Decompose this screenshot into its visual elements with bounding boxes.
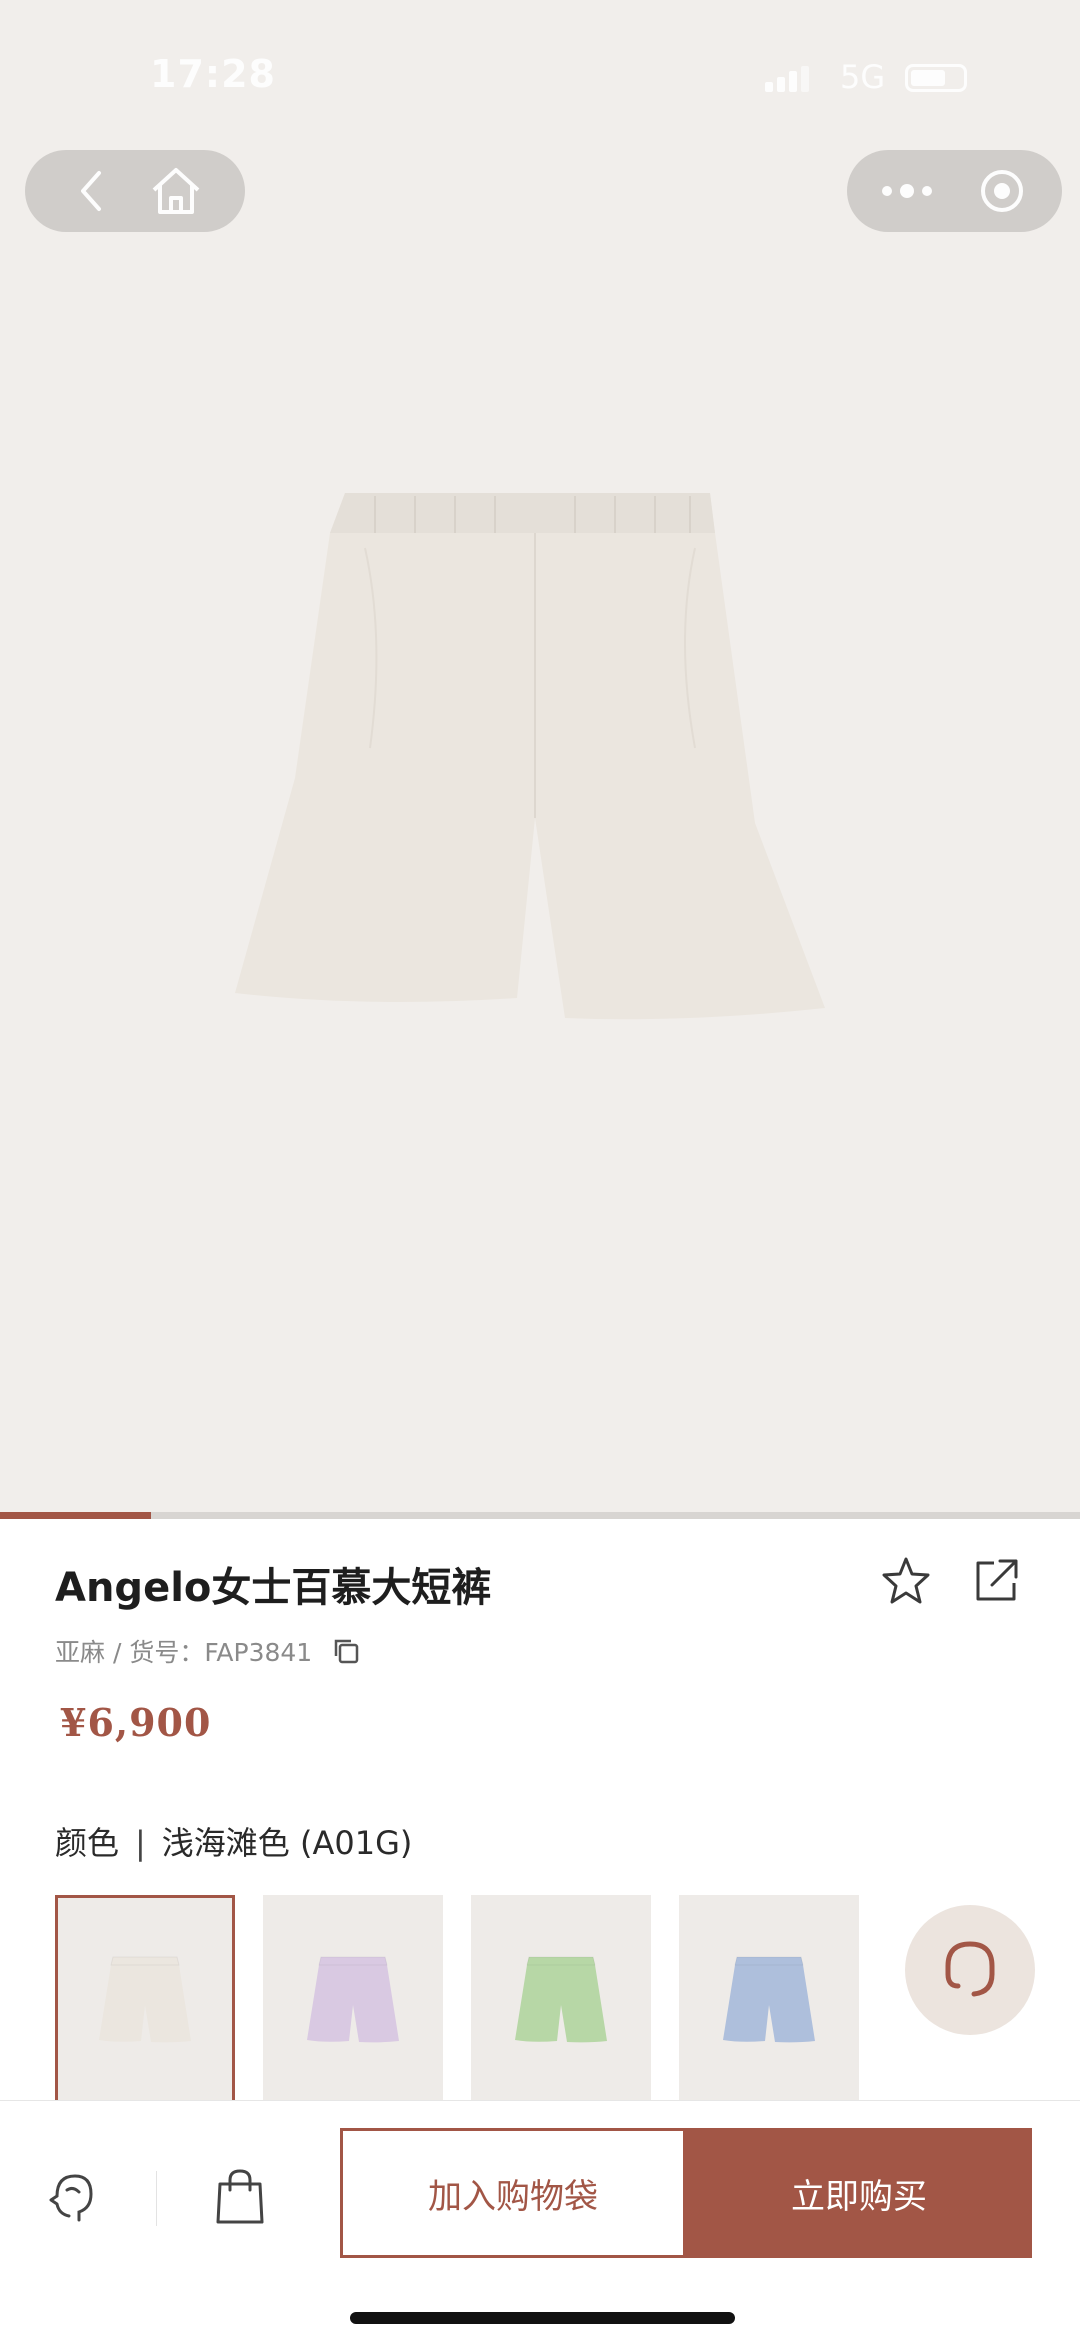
color-swatch-lilac[interactable] <box>263 1895 443 2105</box>
color-swatch-blue[interactable] <box>679 1895 859 2105</box>
color-swatch-beige[interactable] <box>55 1895 235 2105</box>
color-value: 浅海滩色 (A01G) <box>161 1824 413 1862</box>
share-icon <box>976 1559 1018 1601</box>
home-icon <box>152 168 200 214</box>
status-time: 17:28 <box>150 52 276 96</box>
swatch-shorts-image <box>99 1956 191 2043</box>
battery-icon <box>905 64 967 92</box>
network-type: 5G <box>840 58 886 96</box>
buy-now-button[interactable]: 立即购买 <box>686 2128 1032 2258</box>
target-circle-icon <box>981 170 1023 212</box>
material-sku-text: 亚麻 / 货号：FAP3841 <box>55 1638 313 1667</box>
signal-icon <box>765 66 809 92</box>
bottom-divider <box>156 2171 157 2226</box>
product-title: Angelo女士百慕大短裤 <box>55 1565 492 1611</box>
product-image <box>235 493 825 1020</box>
nav-capsule-right <box>847 150 1062 232</box>
consult-button[interactable] <box>38 2161 108 2231</box>
back-button[interactable] <box>65 166 115 216</box>
customer-service-button[interactable] <box>905 1905 1035 2035</box>
color-label: 颜色 <box>55 1824 120 1862</box>
close-miniprogram-button[interactable] <box>977 166 1027 216</box>
product-image-area[interactable]: 17:28 5G <box>0 0 1080 1512</box>
star-icon <box>882 1557 930 1604</box>
back-arrow-icon <box>81 171 101 211</box>
copy-icon[interactable] <box>332 1637 360 1665</box>
customer-service-icon <box>945 1941 995 1997</box>
home-button[interactable] <box>145 160 207 222</box>
share-button[interactable] <box>970 1555 1022 1611</box>
color-swatches <box>55 1895 859 2105</box>
nav-capsule-left <box>25 150 245 232</box>
status-bar: 17:28 5G <box>0 52 1080 112</box>
more-dots-icon <box>882 184 932 198</box>
more-button[interactable] <box>872 166 942 216</box>
add-to-bag-button[interactable]: 加入购物袋 <box>340 2128 686 2258</box>
shopping-bag-icon <box>216 2169 264 2224</box>
color-swatch-green[interactable] <box>471 1895 651 2105</box>
product-meta: 亚麻 / 货号：FAP3841 <box>55 1633 360 1669</box>
swatch-shorts-image <box>307 1956 399 2043</box>
swatch-shorts-image <box>723 1956 815 2043</box>
favorite-button[interactable] <box>880 1555 932 1611</box>
gallery-progress-bar <box>0 1512 1080 1519</box>
consultant-icon <box>49 2174 93 2222</box>
product-price: ¥6,900 <box>60 1700 212 1745</box>
shopping-bag-button[interactable] <box>205 2161 275 2231</box>
home-indicator <box>350 2312 735 2324</box>
color-separator: | <box>135 1824 146 1862</box>
gallery-progress-fill <box>0 1512 152 1519</box>
color-selector-label: 颜色 | 浅海滩色 (A01G) <box>55 1818 412 1864</box>
swatch-shorts-image <box>515 1956 607 2043</box>
